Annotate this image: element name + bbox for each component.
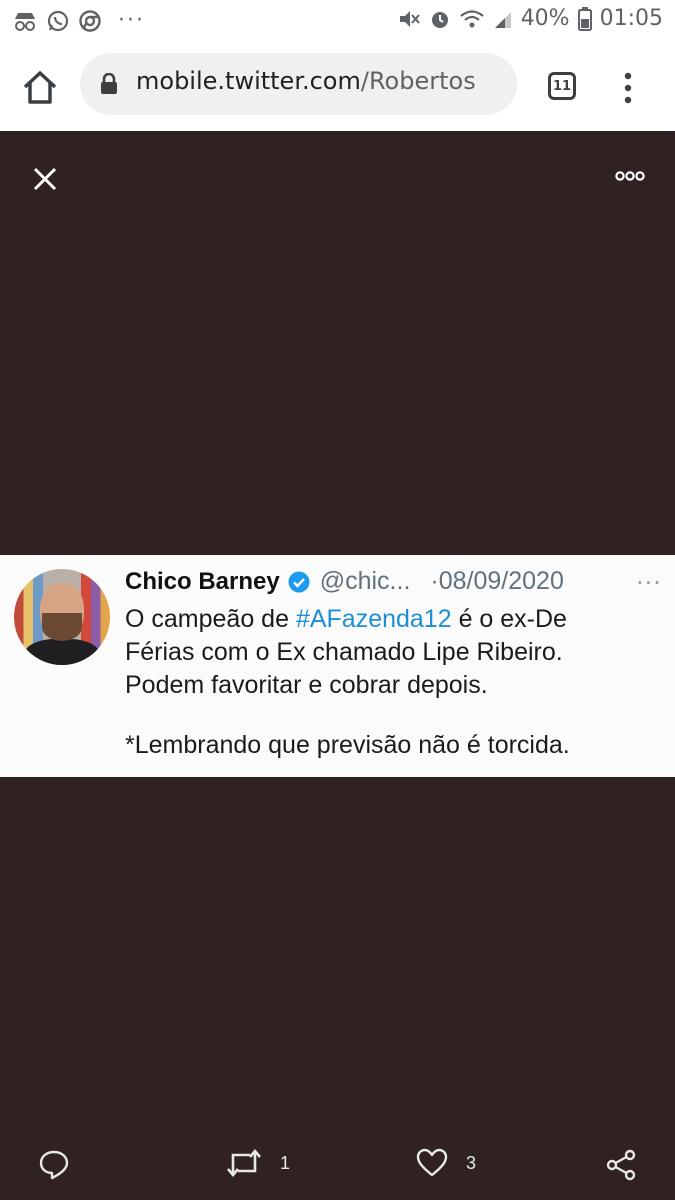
reply-button[interactable] [38, 1148, 70, 1180]
author-name: Chico Barney [125, 567, 280, 595]
like-icon [416, 1148, 448, 1177]
retweet-icon [227, 1148, 261, 1178]
avatar [14, 569, 110, 665]
tweet-line-2: Férias com o Ex chamado Lipe Ribeiro. [125, 638, 563, 666]
status-left: ··· [12, 8, 145, 33]
close-button[interactable] [26, 160, 64, 198]
battery-percent: 40% [520, 6, 570, 31]
tab-count: 11 [552, 78, 572, 94]
tweet-screenshot-image: Chico Barney @chic... ·08/09/2020 ··· O … [0, 555, 675, 777]
more-icon [615, 171, 645, 181]
tweet-line-1: O campeão de #AFazenda12 é o ex-De [125, 605, 567, 633]
tweet-more-icon: ··· [636, 569, 662, 597]
tweet-action-bar: 1 3 [0, 1130, 675, 1200]
browser-toolbar: mobile.twitter.com/Robertos 11 [0, 44, 675, 131]
clock-time: 01:05 [599, 6, 663, 31]
hashtag: #AFazenda12 [295, 605, 452, 633]
tweet-line-4: *Lembrando que previsão não é torcida. [125, 731, 570, 759]
tweet-line-3: Podem favoritar e cobrar depois. [125, 671, 488, 699]
tweet-header: Chico Barney @chic... ·08/09/2020 [125, 567, 564, 596]
home-icon [23, 71, 57, 104]
tab-switcher-button[interactable]: 11 [548, 72, 576, 100]
status-bar: ··· 40% 01:05 [0, 0, 675, 44]
like-count: 3 [466, 1152, 477, 1173]
alarm-icon [429, 8, 451, 30]
lock-icon [100, 72, 118, 99]
more-options-button[interactable] [610, 166, 650, 186]
tweet-date: ·08/09/2020 [430, 567, 564, 595]
chrome-icon [78, 9, 102, 33]
menu-icon [624, 72, 632, 104]
reply-icon [39, 1150, 69, 1180]
share-button[interactable] [604, 1148, 638, 1182]
close-icon [33, 167, 57, 191]
status-overflow: ··· [118, 8, 145, 33]
mute-icon [397, 8, 421, 30]
author-handle: @chic... [319, 567, 411, 595]
url-domain: mobile.twitter.com [136, 67, 361, 95]
like-button[interactable]: 3 [416, 1148, 476, 1178]
status-right: 40% 01:05 [397, 6, 663, 31]
battery-icon [577, 6, 592, 31]
url-path: /Robertos [360, 67, 476, 95]
url-bar[interactable]: mobile.twitter.com/Robertos [80, 53, 517, 115]
browser-menu-button[interactable] [618, 68, 638, 108]
share-icon [606, 1149, 636, 1181]
retweet-button[interactable]: 1 [226, 1148, 290, 1178]
signal-icon [493, 8, 513, 30]
verified-icon [288, 571, 310, 592]
wifi-icon [459, 8, 485, 30]
retweet-count: 1 [280, 1152, 291, 1173]
incognito-icon [12, 10, 38, 32]
home-button[interactable] [20, 68, 60, 108]
url-text[interactable]: mobile.twitter.com/Robertos [136, 67, 506, 95]
tweet-text: O campeão de #AFazenda12 é o ex-De Féria… [125, 603, 665, 762]
whatsapp-icon [46, 9, 70, 33]
